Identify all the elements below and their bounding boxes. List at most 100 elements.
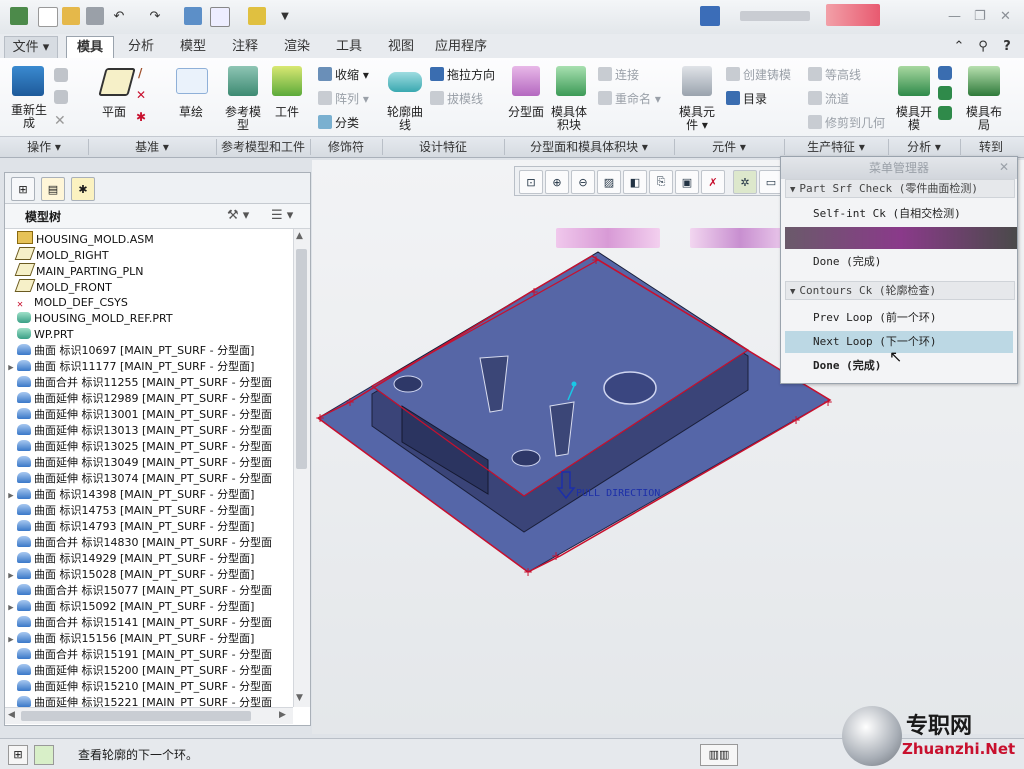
create-casting-button[interactable]: 创建铸模 (726, 66, 791, 83)
tree-row[interactable]: HOUSING_MOLD.ASM (5, 231, 154, 247)
zoom-out-icon[interactable]: ⊖ (571, 170, 595, 194)
group-components[interactable]: 元件 ▾ (674, 139, 785, 155)
display-style-icon[interactable]: ◧ (623, 170, 647, 194)
analysis-icon-3[interactable] (938, 106, 952, 120)
tab-annotate[interactable]: 注释 (222, 36, 268, 57)
tree-row[interactable]: ✕ MOLD_DEF_CSYS (5, 295, 128, 311)
scroll-up-icon[interactable]: ▲ (296, 231, 303, 241)
runner-button[interactable]: 流道 (808, 90, 849, 107)
scroll-down-icon[interactable]: ▼ (296, 693, 303, 703)
tree-row[interactable]: 曲面合并 标识15141 [MAIN_PT_SURF - 分型面 (5, 615, 272, 631)
undo-icon[interactable]: ↶ (110, 7, 128, 25)
point-icon[interactable]: ✕ (136, 88, 146, 102)
group-datum[interactable]: 基准 ▾ (88, 139, 217, 155)
scroll-right-icon[interactable]: ▶ (279, 710, 286, 720)
trim-to-geometry-button[interactable]: 修剪到几何 (808, 114, 885, 131)
expand-arrow-icon[interactable]: ▶ (5, 488, 17, 504)
tree-row[interactable]: 曲面 标识14929 [MAIN_PT_SURF - 分型面] (5, 551, 254, 567)
draft-line-button[interactable]: 拔模线 (430, 90, 483, 107)
scroll-left-icon[interactable]: ◀ (8, 710, 15, 720)
mold-opening-button[interactable]: 模具开模 (894, 106, 934, 132)
connect-button[interactable]: 连接 (598, 66, 639, 83)
pull-direction-button[interactable]: 拖拉方向 (430, 66, 495, 83)
tree-row[interactable]: MOLD_RIGHT (5, 247, 109, 263)
new-file-icon[interactable] (38, 7, 58, 27)
classify-button[interactable]: 分类 (318, 114, 359, 131)
group-analysis[interactable]: 分析 ▾ (888, 139, 961, 155)
hscroll-thumb[interactable] (21, 711, 251, 721)
tree-row[interactable]: WP.PRT (5, 327, 74, 343)
tab-view[interactable]: 视图 (378, 36, 424, 57)
tree-row[interactable]: 曲面延伸 标识13025 [MAIN_PT_SURF - 分型面 (5, 439, 272, 455)
catalog-button[interactable]: 目录 (726, 90, 767, 107)
tree-row[interactable]: 曲面合并 标识14830 [MAIN_PT_SURF - 分型面 (5, 535, 272, 551)
tree-row[interactable]: 曲面延伸 标识15210 [MAIN_PT_SURF - 分型面 (5, 679, 272, 695)
menu-section-contours-ck[interactable]: ▼ Contours Ck (轮廓检查) (785, 281, 1015, 300)
open-folder-icon[interactable] (62, 7, 80, 25)
tree-row[interactable]: 曲面延伸 标识13013 [MAIN_PT_SURF - 分型面 (5, 423, 272, 439)
view-manager-icon[interactable]: ▣ (675, 170, 699, 194)
contour-line-button[interactable]: 等高线 (808, 66, 861, 83)
paste-icon[interactable] (54, 90, 68, 104)
expand-arrow-icon[interactable]: ▶ (5, 600, 17, 616)
tab-tools[interactable]: 工具 (326, 36, 372, 57)
model-tree-tab-icon[interactable]: ⊞ (11, 177, 35, 201)
minimize-icon[interactable]: — (948, 9, 961, 24)
shrinkage-button[interactable]: 收缩 ▾ (318, 66, 369, 83)
tree-row[interactable]: ▶ 曲面 标识15156 [MAIN_PT_SURF - 分型面] (5, 631, 254, 647)
mold-layout-button[interactable]: 模具布局 (964, 106, 1004, 132)
tree-settings-icon[interactable]: ⚒ ▾ (227, 208, 249, 223)
group-production-features[interactable]: 生产特征 ▾ (784, 139, 889, 155)
tab-file[interactable]: 文件 ▾ (4, 36, 58, 58)
tree-row[interactable]: 曲面合并 标识15191 [MAIN_PT_SURF - 分型面 (5, 647, 272, 663)
navigator-toggle-icon[interactable]: ⊞ (8, 745, 28, 765)
pattern-button[interactable]: 阵列 ▾ (318, 90, 369, 107)
tree-row[interactable]: ▶ 曲面 标识15028 [MAIN_PT_SURF - 分型面] (5, 567, 254, 583)
close-icon[interactable]: ✕ (1000, 9, 1011, 24)
scroll-thumb[interactable] (296, 249, 307, 469)
window-icon[interactable] (210, 7, 230, 27)
tree-filter-icon[interactable]: ☰ ▾ (271, 208, 293, 223)
browser-toggle-icon[interactable] (34, 745, 54, 765)
zoom-in-icon[interactable]: ⊕ (545, 170, 569, 194)
restore-icon[interactable]: ❐ (974, 9, 986, 24)
menu-item-self-int-ck[interactable]: Self-int Ck (自相交检测) (785, 203, 1013, 225)
tree-row[interactable]: ▶ 曲面 标识11177 [MAIN_PT_SURF - 分型面] (5, 359, 254, 375)
expand-arrow-icon[interactable]: ▶ (5, 632, 17, 648)
tree-row[interactable]: 曲面延伸 标识13074 [MAIN_PT_SURF - 分型面 (5, 471, 272, 487)
tree-row[interactable]: 曲面延伸 标识13001 [MAIN_PT_SURF - 分型面 (5, 407, 272, 423)
menu-item-done-1[interactable]: Done (完成) (785, 251, 1013, 273)
tree-row[interactable]: 曲面 标识10697 [MAIN_PT_SURF - 分型面] (5, 343, 254, 359)
contour-curve-button[interactable]: 轮廓曲线 (386, 106, 424, 132)
tab-mold[interactable]: 模具 (66, 36, 114, 59)
tree-row[interactable]: 曲面延伸 标识15200 [MAIN_PT_SURF - 分型面 (5, 663, 272, 679)
help-icon[interactable]: ? (998, 36, 1016, 57)
redo-icon[interactable]: ↷ (146, 7, 164, 25)
copy-icon[interactable] (54, 68, 68, 82)
tree-horizontal-scrollbar[interactable]: ◀ ▶ (5, 707, 293, 724)
menu-section-part-srf-check[interactable]: ▼ Part Srf Check (零件曲面检测) (785, 179, 1015, 198)
search-icon[interactable]: ⚲ (974, 36, 992, 57)
plane-button[interactable]: 平面 (96, 106, 132, 119)
rename-button[interactable]: 重命名 ▾ (598, 90, 661, 107)
mold-component-button[interactable]: 模具元件 ▾ (676, 106, 718, 132)
tree-row[interactable]: 曲面 标识14753 [MAIN_PT_SURF - 分型面] (5, 503, 254, 519)
tab-render[interactable]: 渲染 (274, 36, 320, 57)
close-window-icon[interactable] (248, 7, 266, 25)
tree-row[interactable]: 曲面延伸 标识12989 [MAIN_PT_SURF - 分型面 (5, 391, 272, 407)
customize-dropdown-icon[interactable]: ▼ (276, 7, 294, 25)
tree-row[interactable]: MAIN_PARTING_PLN (5, 263, 144, 279)
tree-row[interactable]: 曲面延伸 标识15221 [MAIN_PT_SURF - 分型面 (5, 695, 272, 707)
regenerate-button[interactable]: 重新生成 (6, 104, 52, 130)
tree-row[interactable]: HOUSING_MOLD_REF.PRT (5, 311, 173, 327)
favorites-tab-icon[interactable]: ✱ (71, 177, 95, 201)
sketch-button[interactable]: 草绘 (174, 106, 208, 119)
tree-row[interactable]: 曲面合并 标识15077 [MAIN_PT_SURF - 分型面 (5, 583, 272, 599)
collapse-ribbon-icon[interactable]: ⌃ (950, 36, 968, 57)
regenerate-icon[interactable] (184, 7, 202, 25)
tab-model[interactable]: 模型 (170, 36, 216, 57)
refit-icon[interactable]: ⊡ (519, 170, 543, 194)
menu-close-icon[interactable]: ✕ (999, 160, 1009, 174)
tree-row[interactable]: MOLD_FRONT (5, 279, 112, 295)
analysis-icon-2[interactable] (938, 86, 952, 100)
